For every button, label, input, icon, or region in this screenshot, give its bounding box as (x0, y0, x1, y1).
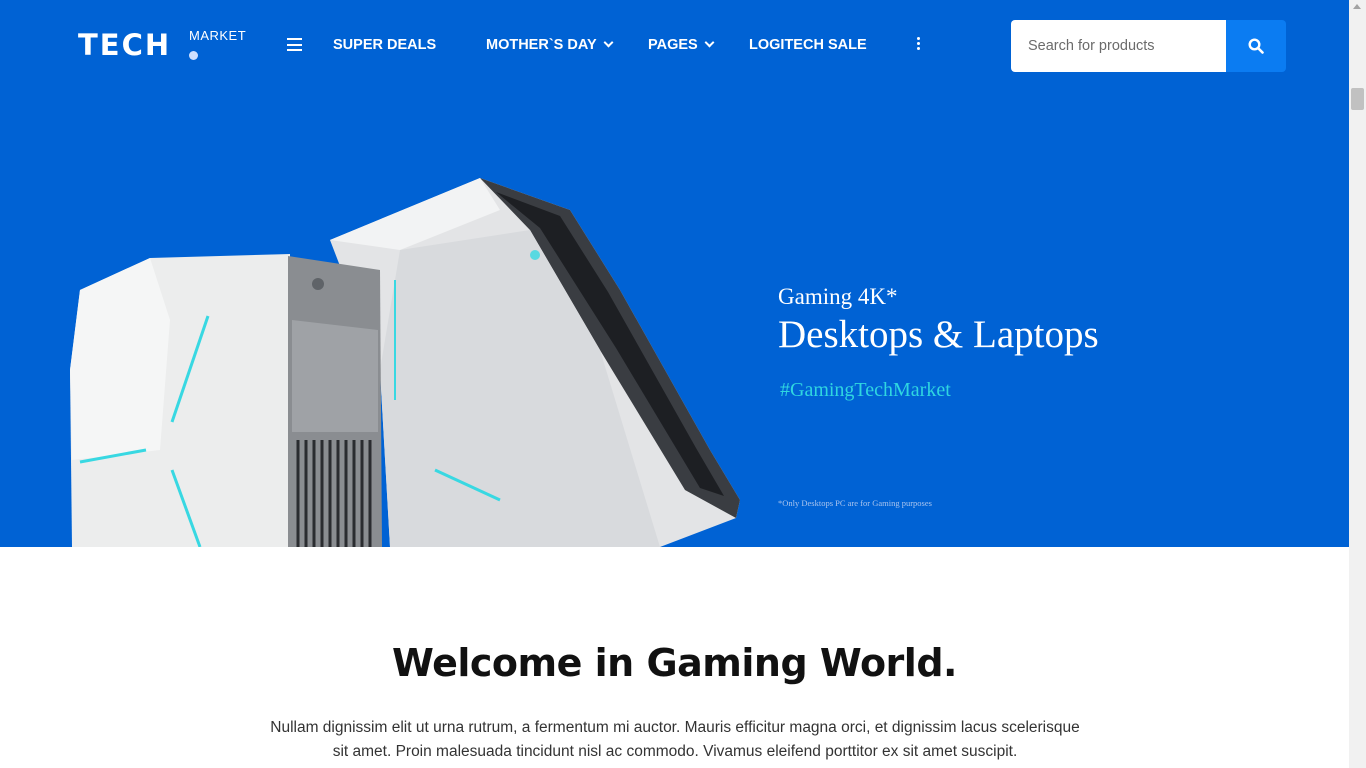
logo-text: TECH (78, 28, 172, 62)
search-icon (1248, 38, 1264, 54)
gaming-desktops-image (70, 178, 740, 547)
hero-footnote: *Only Desktops PC are for Gaming purpose… (778, 498, 932, 508)
search-button[interactable] (1226, 20, 1286, 72)
hero-pre-title: Gaming 4K* (778, 284, 898, 309)
nav-logitech-sale[interactable]: LOGITECH SALE (749, 36, 867, 54)
page: TECH MARKET SUPER DEALS MOTHER`S DAY PAG… (0, 0, 1349, 768)
nav-super-deals-label: SUPER DEALS (333, 37, 437, 53)
scrollbar-thumb[interactable] (1351, 88, 1364, 110)
site-header: TECH MARKET SUPER DEALS MOTHER`S DAY PAG… (0, 0, 1349, 90)
nav-pages-label: PAGES (648, 37, 698, 53)
scroll-up-arrow-icon[interactable] (1353, 4, 1361, 9)
hero-title: Desktops & Laptops (778, 313, 1099, 356)
menu-icon[interactable] (287, 38, 302, 51)
site-logo[interactable]: TECH MARKET (78, 26, 258, 66)
logo-dot (189, 51, 198, 60)
logo-subtext: MARKET (189, 28, 247, 43)
nav-mothers-day[interactable]: MOTHER`S DAY (486, 36, 614, 54)
chevron-down-icon (704, 37, 715, 48)
search-input[interactable] (1011, 20, 1226, 72)
hero-hashtag-link[interactable]: #GamingTechMarket (780, 377, 951, 403)
nav-pages[interactable]: PAGES (648, 36, 715, 54)
nav-mothers-day-label: MOTHER`S DAY (486, 37, 597, 53)
page-scrollbar[interactable] (1349, 0, 1366, 768)
chevron-down-icon (603, 37, 614, 48)
welcome-heading: Welcome in Gaming World. (392, 641, 957, 685)
nav-super-deals[interactable]: SUPER DEALS (333, 36, 436, 54)
nav-logitech-sale-label: LOGITECH SALE (749, 37, 867, 53)
more-vertical-icon[interactable] (917, 37, 921, 51)
welcome-paragraph: Nullam dignissim elit ut urna rutrum, a … (270, 719, 1080, 760)
